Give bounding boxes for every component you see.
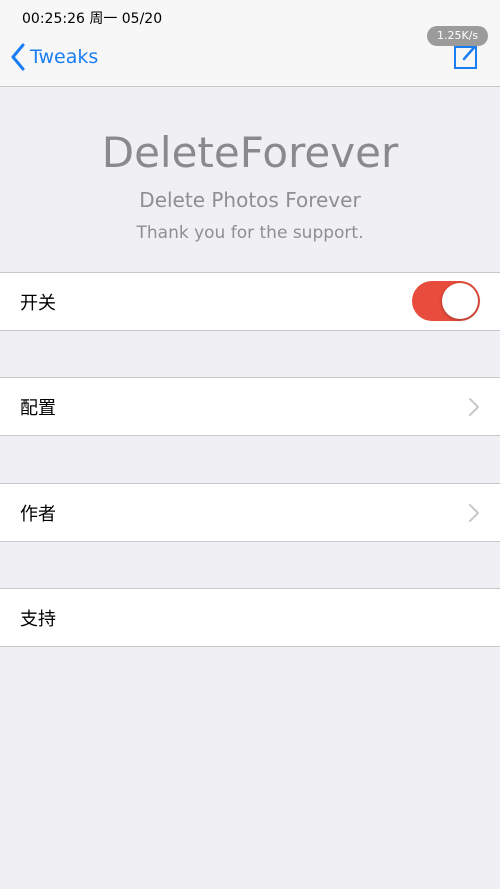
cell-label-switch: 开关 bbox=[20, 293, 56, 314]
status-bar: 00:25:26 周一 05/20 bbox=[0, 0, 500, 32]
cell-label-author: 作者 bbox=[20, 504, 56, 525]
chevron-left-icon bbox=[10, 43, 26, 71]
settings-cell-config[interactable]: 配置 bbox=[0, 377, 500, 436]
settings-cell-switch: 开关 bbox=[0, 272, 500, 331]
toggle-knob bbox=[442, 283, 478, 319]
navigation-bar: Tweaks bbox=[0, 32, 500, 87]
settings-cell-author[interactable]: 作者 bbox=[0, 483, 500, 542]
enable-toggle[interactable] bbox=[412, 281, 480, 321]
cell-label-support: 支持 bbox=[20, 609, 56, 630]
tweak-thanks: Thank you for the support. bbox=[136, 223, 364, 243]
chevron-right-icon bbox=[468, 503, 480, 523]
back-button[interactable]: Tweaks bbox=[10, 42, 98, 72]
settings-cell-support[interactable]: 支持 bbox=[0, 588, 500, 647]
tweak-title: DeleteForever bbox=[101, 128, 399, 177]
back-button-label: Tweaks bbox=[30, 46, 99, 68]
tweak-header: DeleteForever Delete Photos Forever Than… bbox=[0, 86, 500, 272]
tweak-subtitle: Delete Photos Forever bbox=[139, 188, 361, 212]
compose-icon bbox=[452, 41, 482, 74]
status-time: 00:25:26 周一 05/20 bbox=[22, 11, 163, 27]
network-speed-badge: 1.25K/s bbox=[427, 26, 489, 46]
cell-label-config: 配置 bbox=[20, 398, 56, 419]
chevron-right-icon bbox=[468, 397, 480, 417]
